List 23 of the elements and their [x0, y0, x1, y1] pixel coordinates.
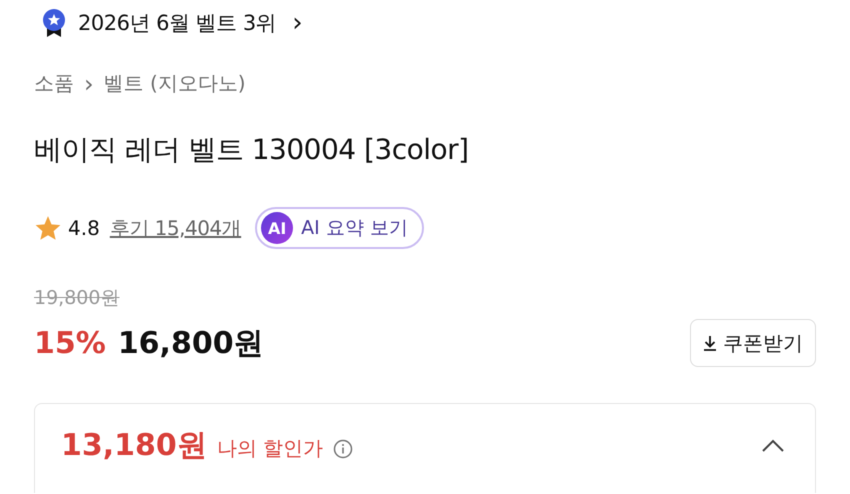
sale-price: 16,800원 [118, 324, 264, 362]
ai-badge: AI [261, 212, 294, 244]
discount-rate: 15% [34, 326, 106, 360]
ai-summary-label: AI 요약 보기 [301, 216, 408, 241]
rating-score: 4.8 [68, 216, 100, 240]
info-icon[interactable] [333, 439, 354, 459]
breadcrumb-link[interactable]: 벨트 (지오다노) [104, 70, 246, 97]
product-title: 베이직 레더 벨트 130004 [3color] [34, 132, 470, 168]
breadcrumb-separator: › [84, 72, 94, 96]
reviews-link[interactable]: 후기 15,404개 [110, 214, 242, 242]
chevron-icon[interactable] [761, 439, 785, 453]
coupon-button[interactable]: 쿠폰받기 [690, 319, 816, 367]
original-price: 19,800원 [34, 286, 120, 311]
medal-icon [42, 9, 66, 37]
ai-summary-button[interactable]: AI AI 요약 보기 [255, 207, 424, 249]
download-icon [703, 335, 717, 351]
my-price-label: 나의 할인가 [216, 435, 324, 462]
chevron-icon: › [292, 10, 303, 36]
rank-link[interactable]: 2026년 6월 벨트 3위 › [42, 6, 303, 40]
my-price: 13,180원 [61, 428, 207, 464]
rank-text: 2026년 6월 벨트 3위 [78, 10, 276, 37]
star-icon [34, 214, 62, 242]
breadcrumb-link[interactable]: 소품 [34, 70, 74, 97]
